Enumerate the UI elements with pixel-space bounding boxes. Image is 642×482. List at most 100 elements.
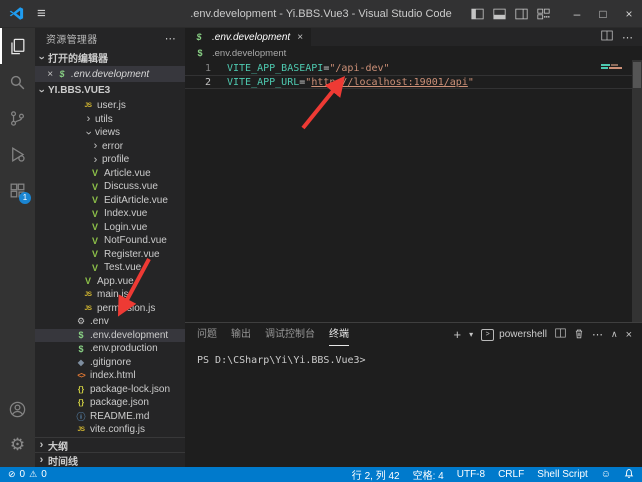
tree-item-Index.vue[interactable]: VIndex.vue [35,207,185,221]
extensions-icon[interactable]: 1 [0,172,35,208]
search-icon[interactable] [0,64,35,100]
tree-item-.gitignore[interactable]: ◆.gitignore [35,356,185,370]
panel-tabs: 问题输出调试控制台终端 [197,323,349,346]
open-editors-header[interactable]: › 打开的编辑器 [35,49,185,66]
problems-status[interactable]: ⊘ 0 ⚠ 0 [8,469,47,480]
minimap[interactable] [601,64,629,70]
kill-terminal-icon[interactable] [574,328,584,342]
tree-item-error[interactable]: ›error [35,140,185,154]
maximize-button[interactable]: □ [590,0,616,28]
explorer-icon[interactable] [0,28,35,64]
account-icon[interactable] [0,391,35,427]
project-section-header[interactable]: › YI.BBS.VUE3 [35,82,185,99]
notifications-bell-icon[interactable] [624,468,634,482]
status-cursor-position[interactable]: 行 2, 列 42 [352,467,400,482]
menu-icon[interactable]: ≡ [37,0,46,28]
tree-item-Register.vue[interactable]: VRegister.vue [35,248,185,262]
status-indentation[interactable]: 空格: 4 [413,467,444,482]
open-editor-label: .env.development [71,69,149,80]
tree-item-package.json[interactable]: {}package.json [35,396,185,410]
new-terminal-icon[interactable]: + [454,327,462,342]
tree-item-user.js[interactable]: JSuser.js [35,99,185,113]
run-debug-icon[interactable] [0,136,35,172]
tree-item-App.vue[interactable]: VApp.vue [35,275,185,289]
tree-item-README.md[interactable]: ⓘREADME.md [35,410,185,424]
editor-scrollbar[interactable] [632,60,642,322]
status-language-mode[interactable]: Shell Script [537,469,588,480]
settings-gear-icon[interactable]: ⚙ [0,427,35,463]
tree-item-Discuss.vue[interactable]: VDiscuss.vue [35,180,185,194]
status-encoding[interactable]: UTF-8 [457,469,485,480]
tab-env-development[interactable]: $ .env.development × [185,28,311,46]
maximize-panel-icon[interactable]: ∧ [611,329,618,340]
file-name: vite.config.js [90,424,145,435]
warnings-count: 0 [41,469,47,480]
open-editor-item[interactable]: × $ .env.development [35,66,185,82]
tree-item-utils[interactable]: ›utils [35,113,185,127]
timeline-section-header[interactable]: › 时间线 [35,452,185,467]
tree-item-.env.production[interactable]: $.env.production [35,342,185,356]
tree-item-NotFound.vue[interactable]: VNotFound.vue [35,234,185,248]
explorer-more-actions-icon[interactable]: ⋯ [165,32,176,45]
shell-name[interactable]: powershell [499,329,547,340]
tree-item-Article.vue[interactable]: VArticle.vue [35,167,185,181]
json-file-icon: {} [75,398,87,407]
vue-file-icon: V [89,182,101,192]
file-name: profile [102,154,129,165]
file-name: Login.vue [104,222,147,233]
info-file-icon: ⓘ [75,410,87,423]
terminal-output[interactable]: PS D:\CSharp\Yi\Yi.BBS.Vue3> [185,346,642,366]
feedback-icon[interactable]: ☺ [601,469,611,480]
tree-item-Test.vue[interactable]: VTest.vue [35,261,185,275]
breadcrumb[interactable]: $ .env.development [185,46,642,60]
panel-tab-终端[interactable]: 终端 [329,323,349,346]
outline-section-header[interactable]: › 大纲 [35,437,185,452]
js-file-icon: JS [82,305,94,312]
terminal-dropdown-icon[interactable]: ▾ [469,330,473,339]
tab-close-icon[interactable]: × [297,32,303,43]
tree-item-index.html[interactable]: <>index.html [35,369,185,383]
code-editor[interactable]: 1VITE_APP_BASEAPI="/api-dev"2VITE_APP_UR… [185,60,642,322]
file-name: .env [90,316,109,327]
code-token: VITE_APP_URL [227,77,299,88]
tree-item-main.js[interactable]: JSmain.js [35,288,185,302]
close-button[interactable]: × [616,0,642,28]
tree-item-profile[interactable]: ›profile [35,153,185,167]
toggle-secondary-sidebar-icon[interactable] [515,8,528,20]
terminal-shell-icon: > [481,329,494,341]
editor-more-actions-icon[interactable]: ⋯ [622,31,633,44]
panel-more-actions-icon[interactable]: ⋯ [592,328,603,341]
toggle-sidebar-icon[interactable] [471,8,484,20]
toggle-panel-icon[interactable] [493,8,506,20]
panel-tab-调试控制台[interactable]: 调试控制台 [265,323,315,346]
close-editor-icon[interactable]: × [44,69,56,80]
source-control-icon[interactable] [0,100,35,136]
panel-tab-输出[interactable]: 输出 [231,323,251,346]
file-name: Article.vue [104,168,151,179]
tree-item-views[interactable]: ›views [35,126,185,140]
json-file-icon: {} [75,385,87,394]
status-eol[interactable]: CRLF [498,469,524,480]
close-panel-icon[interactable]: × [626,329,632,341]
tree-item-EditArticle.vue[interactable]: VEditArticle.vue [35,194,185,208]
tree-item-.env[interactable]: ⚙.env [35,315,185,329]
scrollbar-slider[interactable] [633,62,641,88]
file-name: App.vue [97,276,134,287]
errors-count: 0 [20,469,26,480]
tree-item-permission.js[interactable]: JSpermission.js [35,302,185,316]
tree-item-vite.config.js[interactable]: JSvite.config.js [35,423,185,437]
tree-item-package-lock.json[interactable]: {}package-lock.json [35,383,185,397]
file-name: Index.vue [104,208,147,219]
file-name: Discuss.vue [104,181,158,192]
tree-item-Login.vue[interactable]: VLogin.vue [35,221,185,235]
url-link[interactable]: http://localhost:19001/api [311,77,468,88]
sh-file-icon: $ [75,344,87,354]
panel-tab-问题[interactable]: 问题 [197,323,217,346]
split-editor-icon[interactable] [601,30,613,44]
code-token: VITE_APP_BASEAPI [227,63,323,74]
customize-layout-icon[interactable] [537,8,550,20]
tree-item-.env.development[interactable]: $.env.development [35,329,185,343]
minimize-button[interactable]: – [564,0,590,28]
code-token: " [468,77,474,88]
split-terminal-icon[interactable] [555,328,566,341]
